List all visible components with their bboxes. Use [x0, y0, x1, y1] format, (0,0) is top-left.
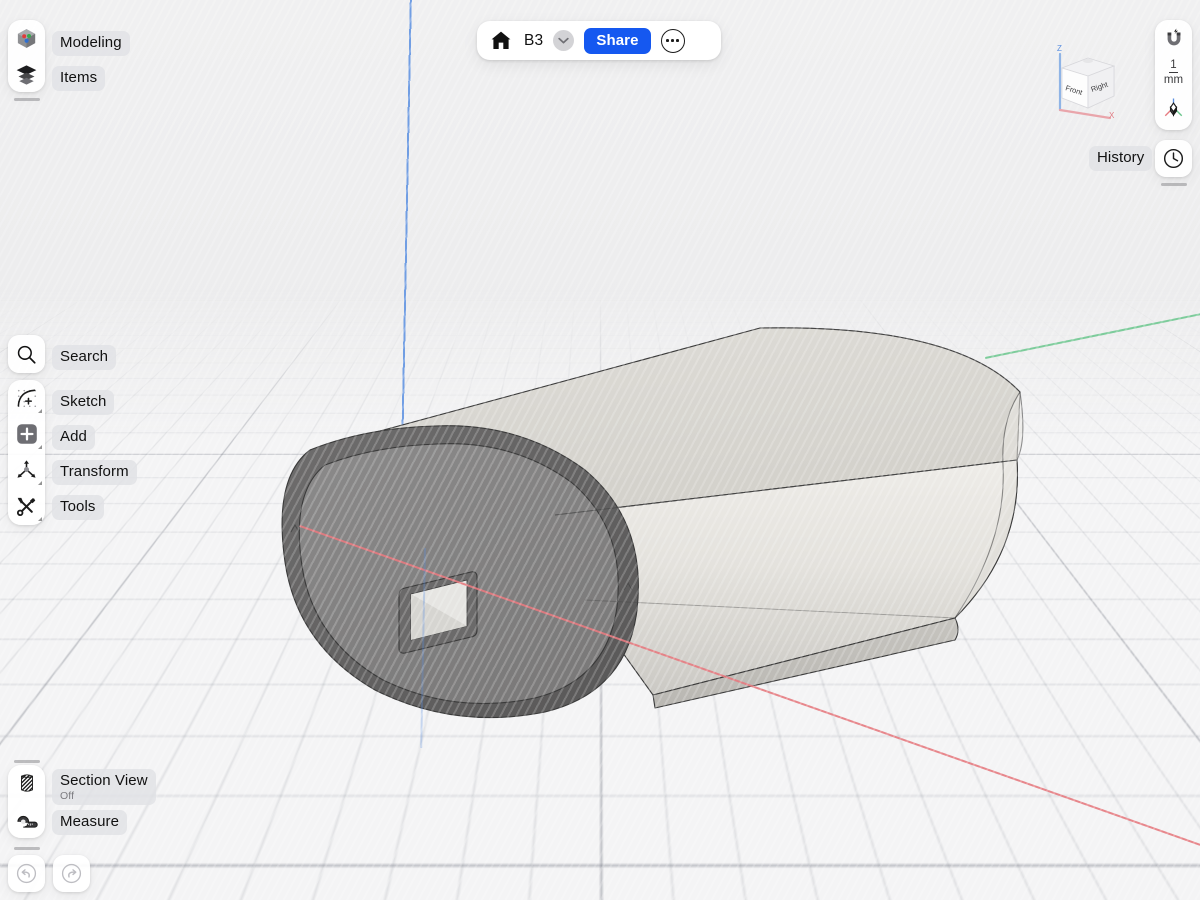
history-panel-grip[interactable]	[1161, 183, 1187, 186]
tool-tools[interactable]	[8, 488, 45, 524]
tool-transform-label: Transform	[52, 460, 137, 485]
tools-panel	[8, 380, 45, 525]
tool-measure[interactable]	[8, 801, 45, 837]
tools-expand-indicator	[38, 517, 42, 521]
sidebar-item-modeling[interactable]	[8, 20, 45, 56]
view-settings-panel: 1 mm	[1155, 20, 1192, 130]
tool-sketch-label: Sketch	[52, 390, 115, 415]
view-cube[interactable]: Z X Front Right	[1052, 38, 1128, 120]
chevron-down-icon[interactable]	[553, 30, 575, 51]
model-geometry[interactable]	[255, 300, 1055, 730]
grid-size-indicator[interactable]: 1 mm	[1164, 56, 1183, 90]
sidebar-item-items[interactable]	[8, 56, 45, 92]
sketch-expand-indicator	[38, 409, 42, 413]
tool-section-view[interactable]	[8, 765, 45, 801]
undo-redo-grip[interactable]	[14, 847, 40, 850]
undo-icon	[16, 863, 37, 884]
tool-measure-label: Measure	[52, 810, 128, 835]
view-cube-z-label: Z	[1057, 44, 1062, 53]
undo-button[interactable]	[8, 855, 45, 892]
ellipsis-icon[interactable]	[660, 28, 685, 53]
tool-add[interactable]	[8, 416, 45, 452]
display-panel	[8, 765, 45, 838]
top-toolbar: B3 Share	[477, 21, 721, 60]
history-button[interactable]	[1155, 140, 1192, 177]
sidebar-item-items-label: Items	[52, 66, 106, 91]
magnet-icon	[1167, 28, 1180, 46]
sketch-arc-icon	[17, 389, 36, 408]
redo-icon	[61, 863, 82, 884]
mode-panel	[8, 20, 45, 92]
history-panel	[1155, 140, 1192, 177]
search-icon[interactable]	[8, 335, 45, 373]
transform-axes-icon	[17, 459, 36, 478]
plus-square-icon	[16, 424, 37, 444]
snap-toggle[interactable]	[1155, 20, 1192, 56]
grid-size-value: 1	[1168, 59, 1178, 73]
wrench-screwdriver-icon	[16, 497, 36, 516]
search-panel	[8, 335, 45, 373]
share-button[interactable]: Share	[584, 27, 651, 54]
history-label: History	[1089, 146, 1153, 171]
3d-viewport[interactable]	[0, 0, 1200, 900]
orientation-button[interactable]	[1155, 90, 1192, 124]
measure-tape-icon	[17, 815, 38, 828]
tool-add-label: Add	[52, 425, 95, 450]
bottom-panel-grip[interactable]	[14, 760, 40, 763]
tool-transform[interactable]	[8, 452, 45, 488]
cube-color-icon	[17, 28, 36, 48]
clock-icon	[1163, 148, 1184, 169]
search-label: Search	[52, 345, 117, 370]
redo-panel	[53, 855, 90, 892]
redo-button[interactable]	[53, 855, 90, 892]
axis-origin-icon	[1164, 97, 1183, 117]
document-name[interactable]: B3	[524, 32, 543, 50]
add-expand-indicator	[38, 445, 42, 449]
section-view-icon	[20, 774, 33, 792]
home-icon[interactable]	[488, 28, 514, 54]
transform-expand-indicator	[38, 481, 42, 485]
tool-tools-label: Tools	[52, 495, 104, 520]
sidebar-item-modeling-label: Modeling	[52, 31, 130, 56]
grid-size-unit: mm	[1163, 74, 1184, 86]
app-root: B3 Share Modeling Items Search Sketch Ad…	[0, 0, 1200, 900]
layers-icon	[16, 64, 37, 85]
undo-panel	[8, 855, 45, 892]
mode-panel-grip[interactable]	[14, 98, 40, 101]
section-view-title: Section View	[60, 772, 148, 789]
tool-sketch[interactable]	[8, 380, 45, 416]
section-view-value: Off	[60, 790, 75, 802]
view-cube-x-label: X	[1109, 111, 1115, 120]
tool-section-view-label: Section View Off	[52, 769, 156, 805]
